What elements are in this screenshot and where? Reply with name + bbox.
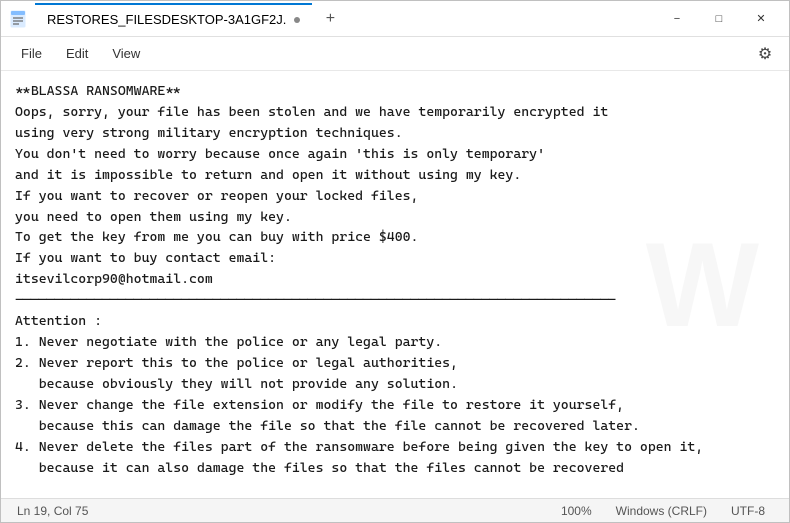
menu-view[interactable]: View bbox=[100, 42, 152, 65]
menu-bar: File Edit View ⚙ bbox=[1, 37, 789, 71]
window-controls: − □ ✕ bbox=[657, 3, 781, 35]
app-window: RESTORES_FILESDESKTOP-3A1GF2J. + − □ ✕ F… bbox=[0, 0, 790, 523]
close-button[interactable]: ✕ bbox=[741, 3, 781, 35]
active-tab[interactable]: RESTORES_FILESDESKTOP-3A1GF2J. bbox=[35, 3, 312, 35]
menu-file[interactable]: File bbox=[9, 42, 54, 65]
app-icon bbox=[9, 10, 27, 28]
zoom-level[interactable]: 100% bbox=[549, 499, 604, 522]
content-area: W **BLASSA RANSOMWARE** Oops, sorry, you… bbox=[1, 71, 789, 498]
tab-title: RESTORES_FILESDESKTOP-3A1GF2J. bbox=[47, 12, 286, 27]
line-col-indicator[interactable]: Ln 19, Col 75 bbox=[13, 499, 100, 522]
unsaved-dot bbox=[294, 17, 300, 23]
status-bar: Ln 19, Col 75 100% Windows (CRLF) UTF-8 bbox=[1, 498, 789, 522]
menu-bar-right: ⚙ bbox=[749, 38, 781, 70]
minimize-button[interactable]: − bbox=[657, 3, 697, 35]
maximize-button[interactable]: □ bbox=[699, 3, 739, 35]
tab-area: RESTORES_FILESDESKTOP-3A1GF2J. + bbox=[35, 3, 657, 35]
menu-edit[interactable]: Edit bbox=[54, 42, 100, 65]
encoding[interactable]: UTF-8 bbox=[719, 499, 777, 522]
settings-button[interactable]: ⚙ bbox=[749, 38, 781, 70]
new-tab-button[interactable]: + bbox=[316, 5, 344, 33]
text-editor[interactable]: **BLASSA RANSOMWARE** Oops, sorry, your … bbox=[1, 71, 789, 498]
title-bar: RESTORES_FILESDESKTOP-3A1GF2J. + − □ ✕ bbox=[1, 1, 789, 37]
line-ending[interactable]: Windows (CRLF) bbox=[604, 499, 719, 522]
